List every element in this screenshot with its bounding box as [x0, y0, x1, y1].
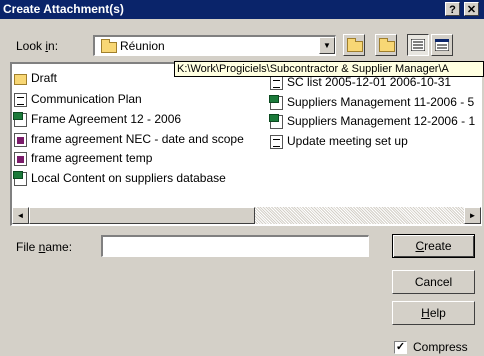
look-in-label-suffix: n:: [48, 39, 59, 53]
look-in-value: Réunion: [120, 39, 165, 53]
compress-label: Compress: [413, 340, 468, 354]
create-button-accel: C: [415, 239, 425, 253]
file-list[interactable]: Draft Communication Plan Frame Agreement…: [10, 62, 482, 226]
new-folder-icon: [379, 38, 395, 52]
list-item-label: Frame Agreement 12 - 2006: [31, 112, 182, 126]
project-file-icon: [269, 114, 283, 129]
close-button[interactable]: ✕: [464, 2, 479, 16]
folder-icon: [101, 39, 117, 53]
create-attachment-dialog: Create Attachment(s) ? ✕ Look in: Réunio…: [0, 0, 484, 356]
help-title-button[interactable]: ?: [445, 2, 460, 16]
list-item-label: frame agreement temp: [31, 151, 153, 165]
word-document-icon: [14, 93, 27, 107]
new-folder-button[interactable]: [375, 34, 397, 56]
list-item-label: Suppliers Management 11-2006 - 5: [287, 95, 475, 109]
list-item-label: Draft: [31, 71, 58, 85]
compress-checkbox[interactable]: ✓: [394, 341, 407, 354]
path-tooltip: K:\Work\Progiciels\Subcontractor & Suppl…: [174, 61, 484, 77]
dropdown-arrow-icon[interactable]: ▼: [319, 37, 335, 54]
scroll-left-arrow-icon[interactable]: ◄: [12, 207, 29, 224]
horizontal-scrollbar[interactable]: ◄ ►: [12, 207, 481, 224]
up-folder-icon: [347, 38, 363, 52]
help-button-accel: H: [421, 306, 430, 320]
list-view-button[interactable]: [407, 34, 429, 56]
image-document-icon: [14, 133, 27, 147]
list-item-label: Suppliers Management 12-2006 - 1: [287, 114, 476, 128]
help-button[interactable]: Help: [392, 301, 475, 325]
project-file-icon: [13, 171, 27, 186]
list-item-label: SC list 2005-12-01 2006-10-31: [287, 75, 452, 89]
list-item-label: frame agreement NEC - date and scope: [31, 132, 244, 146]
list-view-icon: [410, 38, 426, 52]
list-item-label: Update meeting set up: [287, 134, 408, 148]
look-in-combobox[interactable]: Réunion ▼: [93, 35, 336, 56]
file-name-input[interactable]: [101, 235, 369, 257]
project-file-icon: [13, 112, 27, 127]
window-title: Create Attachment(s): [3, 2, 124, 16]
word-document-icon: [270, 135, 283, 149]
create-button[interactable]: Create: [392, 234, 475, 258]
cancel-button[interactable]: Cancel: [392, 270, 475, 294]
project-file-icon: [269, 95, 283, 110]
title-bar[interactable]: Create Attachment(s) ? ✕: [0, 0, 484, 19]
details-view-icon: [434, 38, 450, 52]
details-view-button[interactable]: [431, 34, 453, 56]
look-in-label-prefix: Look: [16, 39, 46, 53]
file-name-label: File name:: [16, 240, 72, 254]
scroll-thumb[interactable]: [29, 207, 255, 224]
file-name-label-suffix: ame:: [45, 240, 73, 254]
word-document-icon: [270, 76, 283, 90]
list-item-label: Communication Plan: [31, 92, 142, 106]
up-folder-button[interactable]: [343, 34, 365, 56]
create-button-label: reate: [424, 239, 452, 253]
list-item-label: Local Content on suppliers database: [31, 171, 226, 185]
scroll-right-arrow-icon[interactable]: ►: [464, 207, 481, 224]
folder-icon: [14, 74, 27, 85]
help-button-label: elp: [429, 306, 446, 320]
file-name-label-prefix: File: [16, 240, 39, 254]
image-document-icon: [14, 152, 27, 166]
look-in-label: Look in:: [16, 39, 58, 53]
